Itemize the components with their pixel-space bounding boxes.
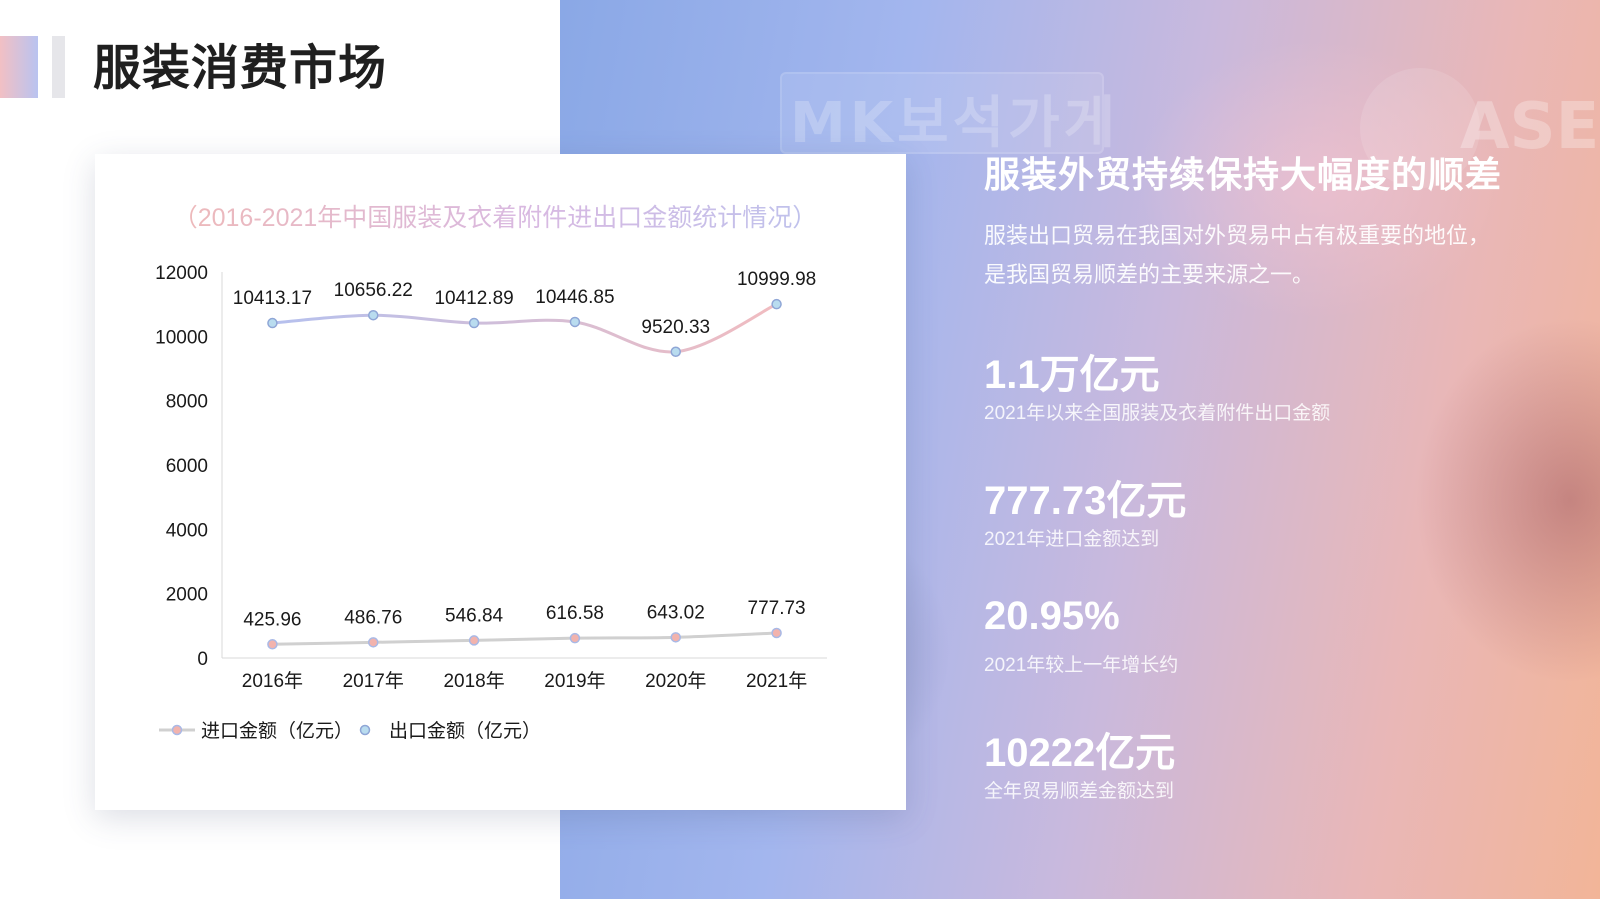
export-data-point (468, 317, 480, 329)
export-data-point (771, 298, 782, 310)
y-tick-label: 12000 (155, 263, 208, 284)
y-tick-label: 6000 (166, 456, 208, 477)
import-data-point (771, 627, 782, 639)
stat-label-growth: 2021年较上一年增长约 (984, 655, 1179, 676)
y-tick-label: 0 (197, 649, 208, 670)
export-data-point (569, 316, 581, 328)
stat-value-trade-surplus: 10222亿元 (984, 731, 1176, 775)
export-data-label: 10413.17 (233, 288, 312, 309)
title-accent-block (0, 36, 38, 98)
stat-label-import-2021: 2021年进口金额达到 (984, 529, 1160, 550)
import-data-point (670, 632, 681, 643)
import-data-label: 546.84 (445, 605, 504, 626)
x-tick-label: 2018年 (443, 670, 504, 692)
export-data-label: 10446.85 (535, 287, 614, 308)
x-tick-label: 2016年 (242, 670, 303, 692)
legend-import-label: 进口金额（亿元） (201, 720, 353, 742)
side-heading: 服装外贸持续保持大幅度的顺差 (984, 154, 1503, 195)
import-data-label: 777.73 (748, 598, 806, 619)
import-series-line (272, 631, 777, 646)
x-tick-label: 2021年 (746, 670, 807, 692)
export-data-label: 9520.33 (641, 317, 710, 338)
export-data-label: 10999.98 (737, 269, 816, 290)
stat-value-import-2021: 777.73亿元 (984, 479, 1187, 523)
export-data-label: 10412.89 (434, 288, 513, 309)
x-tick-label: 2020年 (645, 670, 706, 692)
legend-export-label: 出口金额（亿元） (389, 720, 541, 742)
export-data-point (670, 346, 681, 358)
import-data-point (569, 632, 581, 644)
stat-label-trade-surplus: 全年贸易顺差金额达到 (984, 781, 1175, 802)
line-chart: 0 2000 4000 6000 8000 10000 12000 2016年 2017年 201… (155, 263, 827, 742)
import-data-point (468, 635, 480, 646)
export-data-point (267, 317, 278, 329)
export-data-point (368, 309, 379, 321)
x-tick-label: 2019年 (544, 670, 605, 692)
title-accent-bar (52, 36, 65, 98)
export-data-label: 10656.22 (334, 280, 413, 301)
page-title: 服装消费市场 (93, 42, 388, 95)
side-description: 服装出口贸易在我国对外贸易中占有极重要的地位， 是我国贸易顺差的主要来源之一。 (984, 216, 1544, 294)
y-tick-label: 4000 (166, 520, 208, 541)
import-data-label: 425.96 (243, 609, 301, 630)
x-tick-label: 2017年 (343, 670, 404, 692)
stat-value-growth: 20.95% (984, 594, 1120, 638)
import-data-point (267, 639, 278, 650)
y-tick-label: 2000 (166, 585, 208, 606)
legend-import-marker (171, 724, 183, 736)
stat-value-export-total: 1.1万亿元 (984, 353, 1160, 397)
side-description-line: 是我国贸易顺差的主要来源之一。 (984, 262, 1315, 287)
y-tick-label: 8000 (166, 392, 208, 413)
import-data-point (368, 637, 379, 648)
legend-export-marker (359, 724, 371, 736)
y-tick-label: 10000 (155, 327, 208, 348)
stat-label-export-total: 2021年以来全国服装及衣着附件出口金额 (984, 403, 1331, 424)
import-data-label: 643.02 (647, 602, 705, 623)
side-description-line: 服装出口贸易在我国对外贸易中占有极重要的地位， (984, 223, 1491, 248)
import-data-label: 486.76 (344, 607, 402, 628)
import-data-label: 616.58 (546, 603, 604, 624)
chart-card: （2016-2021年中国服装及衣着附件进出口金额统计情况） 0 2000 4000… (95, 154, 906, 810)
